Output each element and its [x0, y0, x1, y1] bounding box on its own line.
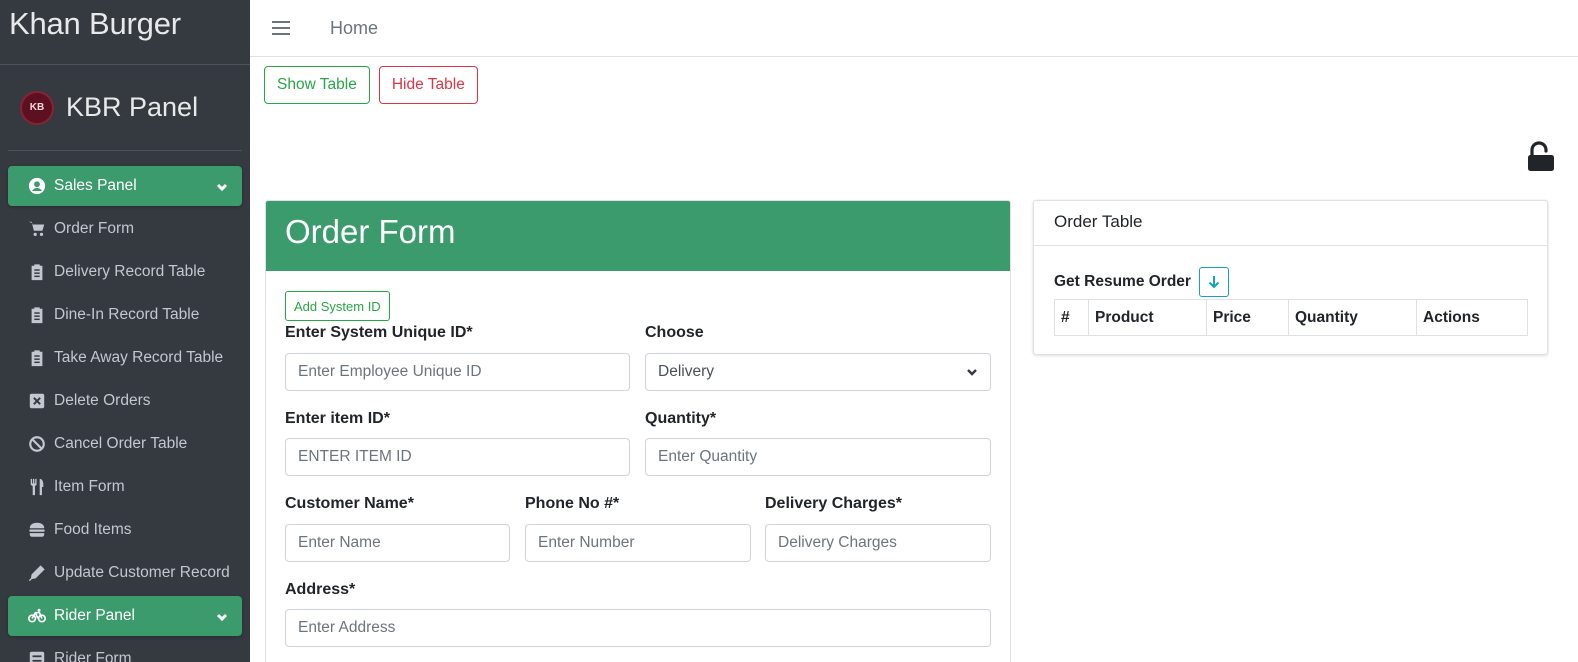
sidebar-item-cancel-order-table[interactable]: Cancel Order Table	[8, 424, 242, 464]
order-type-value: Delivery	[658, 363, 714, 380]
brand-link[interactable]: Khan Burger	[0, 0, 250, 65]
bicycle-icon	[26, 607, 48, 625]
order-form-title: Order Form	[285, 213, 456, 250]
hide-table-button[interactable]: Hide Table	[378, 66, 478, 104]
ban-icon	[26, 435, 48, 453]
sidebar-item-sales-panel[interactable]: Sales Panel	[8, 166, 242, 206]
unlock-icon[interactable]	[1526, 141, 1556, 173]
utensils-icon	[26, 478, 48, 496]
phone-placeholder: Enter Number	[538, 534, 635, 551]
sidebar: Khan Burger KB KBR Panel Sales Panel Ord…	[0, 0, 250, 662]
table-toggle-buttons: Show Table Hide Table	[264, 66, 478, 104]
sidebar-item-label: Delivery Record Table	[54, 263, 206, 280]
phone-input[interactable]: Enter Number	[525, 524, 751, 562]
quantity-placeholder: Enter Quantity	[658, 448, 758, 465]
choose-label: Choose	[645, 324, 704, 341]
chevron-down-icon	[967, 369, 977, 376]
address-placeholder: Enter Address	[298, 619, 396, 636]
form-icon	[26, 650, 48, 662]
quantity-label: Quantity*	[645, 410, 717, 427]
sidebar-nav: Sales Panel Order Form Delivery Record T…	[0, 151, 250, 662]
order-form-header: Order Form	[266, 201, 1010, 271]
address-input[interactable]: Enter Address	[285, 609, 991, 647]
sidebar-item-rider-panel[interactable]: Rider Panel	[8, 596, 242, 636]
delivery-charges-input[interactable]: Delivery Charges	[765, 524, 991, 562]
sidebar-item-rider-form[interactable]: Rider Form	[8, 639, 242, 662]
sidebar-item-label: Order Form	[54, 220, 135, 237]
column-header: Actions	[1416, 299, 1528, 336]
column-header: Price	[1206, 299, 1289, 336]
home-link[interactable]: Home	[330, 18, 378, 39]
customer-name-label: Customer Name*	[285, 495, 414, 512]
show-table-button[interactable]: Show Table	[264, 66, 370, 104]
system-id-placeholder: Enter Employee Unique ID	[298, 363, 482, 380]
clipboard-icon	[26, 263, 48, 281]
phone-label: Phone No #*	[525, 495, 620, 512]
item-id-input[interactable]: ENTER ITEM ID	[285, 438, 630, 476]
delivery-charges-placeholder: Delivery Charges	[778, 534, 897, 551]
cart-icon	[26, 220, 48, 238]
hamburger-icon	[26, 521, 48, 539]
sidebar-item-item-form[interactable]: Item Form	[8, 467, 242, 507]
customer-name-input[interactable]: Enter Name	[285, 524, 510, 562]
item-id-label: Enter item ID*	[285, 410, 390, 427]
logo-text: KB	[29, 102, 45, 113]
sidebar-item-label: Update Customer Record	[54, 564, 230, 581]
sidebar-item-food-items[interactable]: Food Items	[8, 510, 242, 550]
sidebar-item-delivery-record-table[interactable]: Delivery Record Table	[8, 252, 242, 292]
arrow-down-icon	[1208, 276, 1220, 289]
brand-title: Khan Burger	[9, 6, 181, 41]
delivery-charges-label: Delivery Charges*	[765, 495, 902, 512]
menu-toggle-icon[interactable]	[272, 21, 290, 35]
sidebar-item-label: Rider Panel	[54, 607, 135, 624]
resume-order-button[interactable]	[1198, 267, 1229, 297]
system-id-input[interactable]: Enter Employee Unique ID	[285, 353, 630, 391]
sidebar-item-delete-orders[interactable]: Delete Orders	[8, 381, 242, 421]
sidebar-item-label: Cancel Order Table	[54, 435, 188, 452]
sidebar-item-update-customer-record[interactable]: Update Customer Record	[8, 553, 242, 593]
pen-icon	[26, 564, 48, 582]
address-label: Address*	[285, 581, 356, 598]
user-circle-icon	[26, 177, 48, 195]
order-table-title: Order Table	[1054, 212, 1143, 231]
order-table: # Product Price Quantity Actions	[1054, 299, 1528, 336]
sidebar-item-dine-in-record-table[interactable]: Dine-In Record Table	[8, 295, 242, 335]
sidebar-item-label: Sales Panel	[54, 177, 137, 194]
table-header-row: # Product Price Quantity Actions	[1054, 299, 1528, 336]
column-header: Quantity	[1288, 299, 1417, 336]
panel-logo: KB	[20, 90, 54, 125]
order-table-header: Order Table	[1034, 201, 1547, 246]
quantity-input[interactable]: Enter Quantity	[645, 438, 991, 476]
sidebar-item-take-away-record-table[interactable]: Take Away Record Table	[8, 338, 242, 378]
sidebar-item-label: Take Away Record Table	[54, 349, 224, 366]
sidebar-item-label: Food Items	[54, 521, 132, 538]
x-square-icon	[26, 392, 48, 410]
sidebar-item-label: Dine-In Record Table	[54, 306, 200, 323]
column-header: Product	[1088, 299, 1207, 336]
top-navbar: Home	[250, 0, 1578, 57]
sidebar-item-label: Item Form	[54, 478, 125, 495]
chevron-down-icon	[216, 610, 228, 622]
add-system-id-button[interactable]: Add System ID	[285, 291, 390, 321]
sidebar-item-order-form[interactable]: Order Form	[8, 209, 242, 249]
order-table-card: Order Table Get Resume Order # Product P…	[1033, 200, 1548, 355]
order-form-body: Add System ID Enter System Unique ID* En…	[266, 271, 1010, 647]
clipboard-icon	[26, 306, 48, 324]
resume-order-label: Get Resume Order	[1054, 273, 1191, 290]
sidebar-item-label: Rider Form	[54, 650, 132, 662]
sidebar-item-label: Delete Orders	[54, 392, 151, 409]
clipboard-icon	[26, 349, 48, 367]
column-header: #	[1054, 299, 1089, 336]
customer-name-placeholder: Enter Name	[298, 534, 381, 551]
order-type-select[interactable]: Delivery	[645, 353, 991, 391]
panel-name[interactable]: KBR Panel	[66, 92, 198, 123]
order-form-card: Order Form Add System ID Enter System Un…	[265, 200, 1011, 662]
user-panel: KB KBR Panel	[8, 65, 242, 151]
system-id-label: Enter System Unique ID*	[285, 324, 473, 341]
item-id-placeholder: ENTER ITEM ID	[298, 448, 412, 465]
chevron-down-icon	[216, 180, 228, 192]
resume-order-row: Get Resume Order	[1054, 267, 1229, 297]
